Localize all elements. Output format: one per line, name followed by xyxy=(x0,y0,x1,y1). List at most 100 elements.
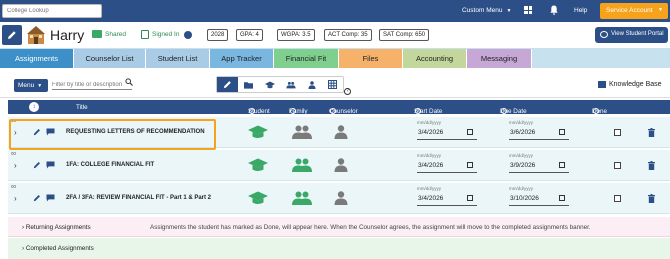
graduation-cap-icon xyxy=(264,81,275,88)
student-avatar-icon xyxy=(27,26,45,44)
type-filter-folder[interactable] xyxy=(238,77,259,92)
help-link[interactable]: Help xyxy=(574,7,587,14)
family-icon xyxy=(292,125,312,139)
calendar-icon[interactable] xyxy=(467,129,473,135)
view-portal-label: View Student Portal xyxy=(611,31,664,37)
expand-all-button[interactable]: ↕ xyxy=(29,102,39,112)
done-checkbox[interactable] xyxy=(614,162,621,169)
due-date-field[interactable]: mm/dd/yyyy 3/6/2026 xyxy=(509,120,569,142)
due-date-field[interactable]: mm/dd/yyyy 3/10/2026 xyxy=(509,186,569,208)
graduation-cap-icon xyxy=(248,125,268,138)
assignments-table-header: ↕ Title Student? Family? Counselor? Star… xyxy=(8,100,670,115)
calendar-icon[interactable] xyxy=(559,129,565,135)
returning-assignments-label: › Returning Assignments xyxy=(22,224,91,231)
due-date-field[interactable]: mm/dd/yyyy 3/9/2026 xyxy=(509,153,569,175)
search-icon[interactable] xyxy=(125,78,133,86)
activity-clock-icon[interactable] xyxy=(184,31,192,39)
tab-counselor-list[interactable]: Counselor List xyxy=(74,49,146,68)
table-row[interactable]: 00 › 2FA / 3FA: REVIEW FINANCIAL FIT - P… xyxy=(8,183,670,214)
book-icon xyxy=(598,81,606,88)
help-circle-icon: ? xyxy=(501,108,507,114)
start-date-value: 3/4/2026 xyxy=(418,195,444,202)
chevron-down-icon: ▼ xyxy=(37,83,43,89)
done-checkbox[interactable] xyxy=(614,129,621,136)
start-date-field[interactable]: mm/dd/yyyy 3/4/2026 xyxy=(417,120,477,142)
type-filter-edit[interactable] xyxy=(217,77,238,92)
assignment-type-filter xyxy=(216,76,344,93)
tab-student-list[interactable]: Student List xyxy=(146,49,210,68)
bell-icon[interactable] xyxy=(550,5,558,15)
tab-app-tracker[interactable]: App Tracker xyxy=(210,49,274,68)
help-circle-icon: ? xyxy=(415,108,421,114)
completed-assignments-label: › Completed Assignments xyxy=(22,245,94,252)
knowledge-base-link[interactable]: Knowledge Base xyxy=(598,81,662,88)
date-format-hint: mm/dd/yyyy xyxy=(417,120,442,125)
apps-grid-icon[interactable] xyxy=(524,6,532,14)
view-student-portal-button[interactable]: View Student Portal xyxy=(595,27,668,43)
calendar-icon[interactable] xyxy=(559,162,565,168)
table-row[interactable]: 00 › 1FA: COLLEGE FINANCIAL FIT mm/dd/yy… xyxy=(8,150,670,181)
type-filter-person[interactable] xyxy=(301,77,322,92)
shared-label: Shared xyxy=(105,30,126,38)
help-circle-icon: ? xyxy=(330,108,336,114)
tab-financial-fit[interactable]: Financial Fit xyxy=(274,49,339,68)
help-circle-icon: ? xyxy=(249,108,255,114)
tab-assignments[interactable]: Assignments xyxy=(0,49,74,68)
assignment-title[interactable]: 1FA: COLLEGE FINANCIAL FIT xyxy=(66,162,154,168)
menu-button[interactable]: Menu ▼ xyxy=(14,79,48,92)
done-checkbox[interactable] xyxy=(614,195,621,202)
service-account-button[interactable]: Service Account ▼ xyxy=(600,3,668,19)
pencil-icon xyxy=(8,31,16,39)
table-grid-icon xyxy=(328,80,337,89)
shared-status: Shared xyxy=(92,30,126,38)
tab-messaging[interactable]: Messaging xyxy=(467,49,532,68)
start-date-field[interactable]: mm/dd/yyyy 3/4/2026 xyxy=(417,186,477,208)
start-date-field[interactable]: mm/dd/yyyy 3/4/2026 xyxy=(417,153,477,175)
type-filter-grid[interactable] xyxy=(322,77,343,92)
custom-menu-dropdown[interactable]: Custom Menu ▼ xyxy=(462,7,511,14)
edit-student-button[interactable] xyxy=(2,25,22,45)
filter-input[interactable] xyxy=(52,80,132,90)
person-icon xyxy=(334,191,348,205)
type-filter-graduation[interactable] xyxy=(259,77,280,92)
family-icon xyxy=(285,81,296,88)
help-circle-icon: ? xyxy=(593,108,599,114)
tab-accounting[interactable]: Accounting xyxy=(403,49,467,68)
returning-assignments-section[interactable]: › Returning Assignments Assignments the … xyxy=(8,217,670,237)
chevron-right-icon[interactable]: › xyxy=(14,194,17,203)
pencil-icon[interactable] xyxy=(33,161,41,169)
row-badge: 00 xyxy=(11,151,17,156)
type-filter-family[interactable] xyxy=(280,77,301,92)
assignment-title[interactable]: 2FA / 3FA: REVIEW FINANCIAL FIT - Part 1… xyxy=(66,195,211,201)
trash-icon[interactable] xyxy=(648,161,655,170)
row-badge: 00 xyxy=(11,184,17,189)
calendar-icon[interactable] xyxy=(559,195,565,201)
date-format-hint: mm/dd/yyyy xyxy=(509,153,534,158)
comment-icon[interactable] xyxy=(46,194,55,202)
selection-highlight xyxy=(9,119,216,150)
act-badge: ACT Comp: 35 xyxy=(324,29,372,41)
start-date-value: 3/4/2026 xyxy=(418,129,444,136)
completed-assignments-section[interactable]: › Completed Assignments xyxy=(8,238,670,259)
graduation-year-badge: 2028 xyxy=(207,29,229,41)
main-tabs: Assignments Counselor List Student List … xyxy=(0,48,670,68)
calendar-icon[interactable] xyxy=(467,195,473,201)
date-format-hint: mm/dd/yyyy xyxy=(417,186,442,191)
pencil-icon xyxy=(223,81,231,89)
college-lookup-input[interactable] xyxy=(2,4,102,18)
calendar-icon[interactable] xyxy=(467,162,473,168)
help-circle-icon[interactable]: ? xyxy=(344,88,351,95)
comment-icon[interactable] xyxy=(46,161,55,169)
wgpa-badge: WGPA: 3.5 xyxy=(277,29,315,41)
trash-icon[interactable] xyxy=(648,194,655,203)
trash-icon[interactable] xyxy=(648,128,655,137)
date-format-hint: mm/dd/yyyy xyxy=(509,186,534,191)
family-icon xyxy=(292,158,312,172)
due-date-value: 3/10/2026 xyxy=(510,195,539,202)
chevron-right-icon[interactable]: › xyxy=(14,161,17,170)
tab-files[interactable]: Files xyxy=(339,49,403,68)
eye-icon xyxy=(600,31,608,38)
pencil-icon[interactable] xyxy=(33,194,41,202)
lock-icon xyxy=(141,30,149,39)
gpa-badge: GPA: 4 xyxy=(236,29,263,41)
